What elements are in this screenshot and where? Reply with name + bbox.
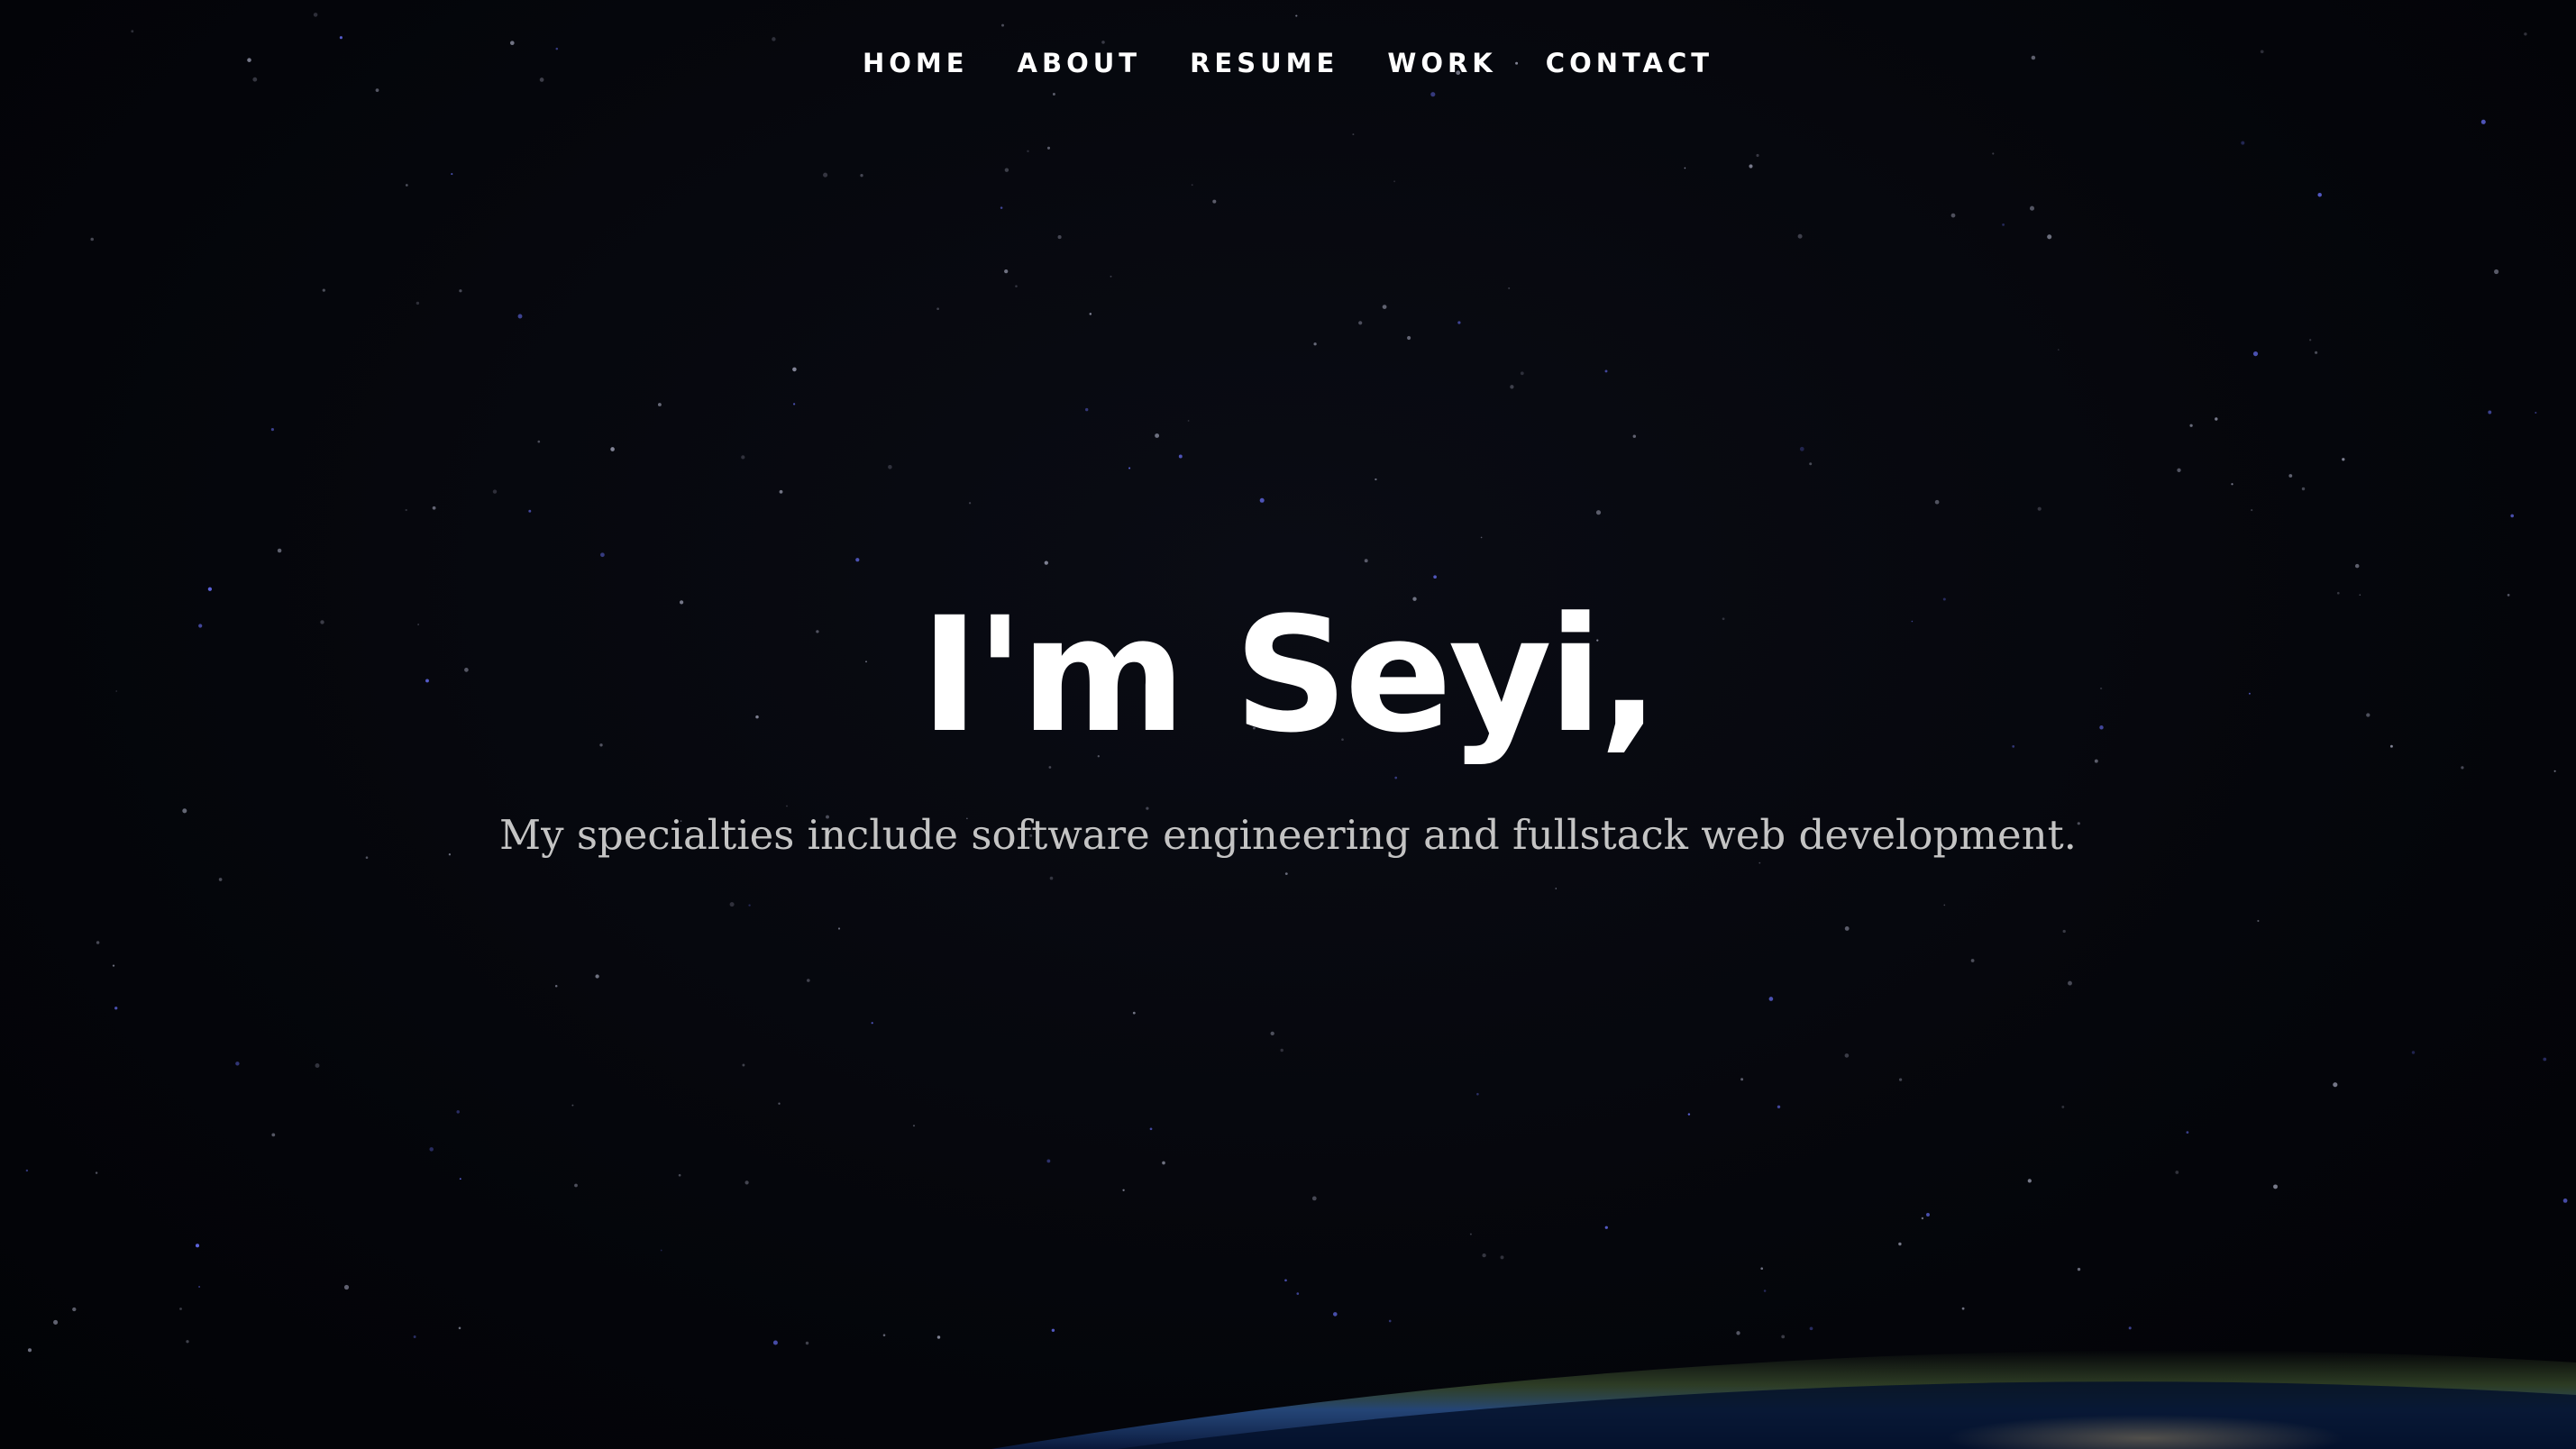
nav-contact-link[interactable]: CONTACT [1546,43,1713,83]
hero-section: HOME ABOUT RESUME WORK CONTACT I'm Seyi,… [0,0,2576,1449]
main-nav: HOME ABOUT RESUME WORK CONTACT [0,43,2576,83]
hero-headline: I'm Seyi, [919,583,1659,768]
nav-resume-link[interactable]: RESUME [1190,43,1338,83]
nav-work-link[interactable]: WORK [1387,43,1496,83]
nav-about-link[interactable]: ABOUT [1018,43,1142,83]
nav-home-link[interactable]: HOME [863,43,969,83]
hero-subtitle: My specialties include software engineer… [499,811,2077,859]
